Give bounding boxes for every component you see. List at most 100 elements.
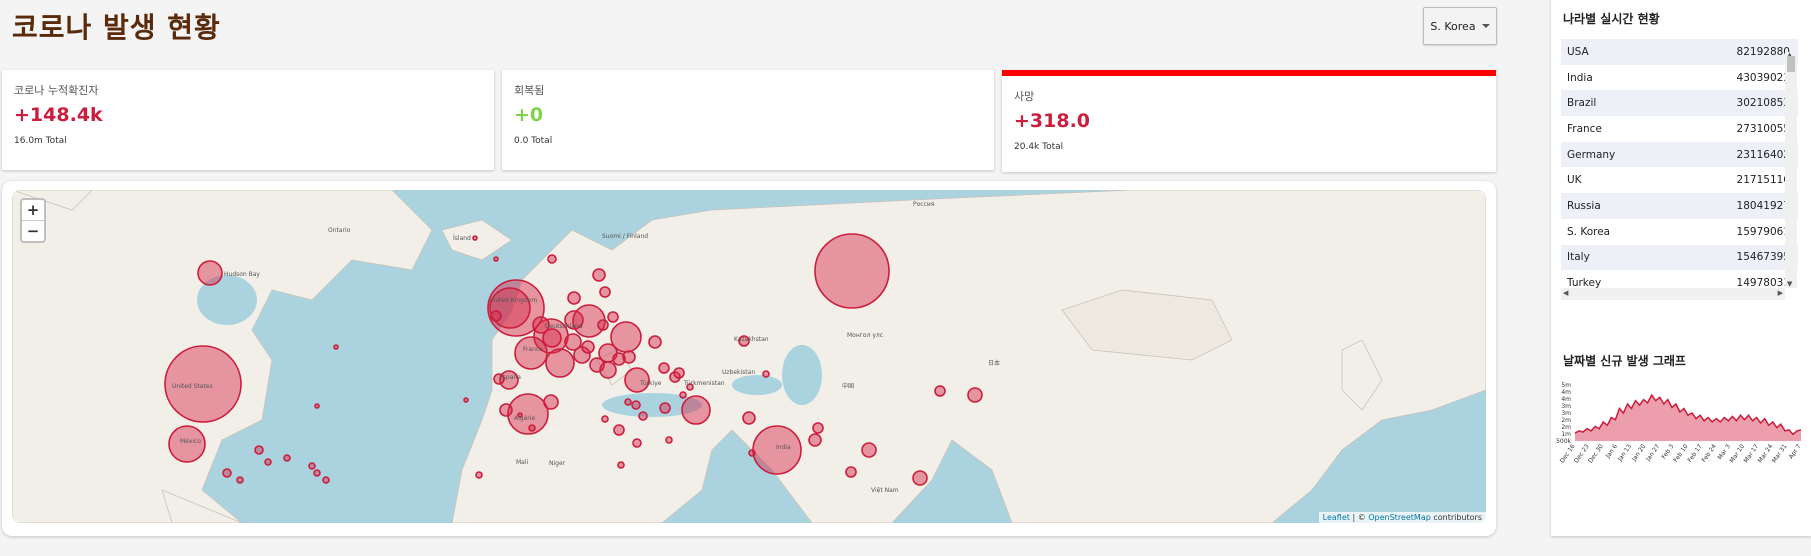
case-circle[interactable] xyxy=(665,436,673,444)
case-circle[interactable] xyxy=(597,319,609,331)
case-circle[interactable] xyxy=(333,344,339,350)
case-circle[interactable] xyxy=(861,442,877,458)
card-value: +318.0 xyxy=(1014,110,1091,132)
map-place-label: Türkmenistan xyxy=(683,380,725,387)
case-circle[interactable] xyxy=(564,333,582,351)
case-circle[interactable] xyxy=(547,254,557,264)
country-name: India xyxy=(1567,71,1593,84)
case-circle[interactable] xyxy=(592,268,606,282)
chevron-down-icon xyxy=(1481,24,1490,28)
country-select[interactable]: S. Korea xyxy=(1423,7,1497,45)
map-place-label: 中国 xyxy=(842,382,854,390)
case-circle[interactable] xyxy=(528,424,536,432)
case-circle[interactable] xyxy=(493,256,499,262)
table-row[interactable]: USA 82192880 xyxy=(1561,39,1798,65)
case-circle[interactable] xyxy=(222,468,232,478)
country-cases: 30210853 xyxy=(1736,97,1790,110)
table-horizontal-scrollbar[interactable]: ◀ ▶ xyxy=(1561,288,1785,300)
case-circle[interactable] xyxy=(934,385,946,397)
case-circle[interactable] xyxy=(912,470,928,486)
table-row[interactable]: UK 21715116 xyxy=(1561,167,1798,193)
case-circle[interactable] xyxy=(567,291,581,305)
country-cases: 23116402 xyxy=(1736,148,1790,161)
deaths-card[interactable]: 사망 +318.0 20.4k Total xyxy=(1002,70,1496,172)
recovered-card[interactable]: 회복됨 +0 0.0 Total xyxy=(502,70,994,170)
case-circle[interactable] xyxy=(236,476,244,484)
case-circle[interactable] xyxy=(638,411,648,421)
country-cases: 27310055 xyxy=(1736,122,1790,135)
scrollbar-thumb[interactable] xyxy=(1787,56,1795,72)
country-table[interactable]: USA 82192880 India 43039023 Brazil 30210853 Fr… xyxy=(1561,39,1798,289)
table-row[interactable]: Turkey 14978031 xyxy=(1561,270,1798,289)
case-circle[interactable] xyxy=(581,340,595,354)
y-tick-label: 2m xyxy=(1561,417,1571,424)
case-circle[interactable] xyxy=(543,394,559,410)
case-circle[interactable] xyxy=(748,449,756,457)
map-layer[interactable]: United States México United Kingdom France E… xyxy=(12,190,1486,523)
case-circle[interactable] xyxy=(472,235,478,241)
case-circle[interactable] xyxy=(254,445,264,455)
zoom-in-button[interactable]: + xyxy=(22,200,44,220)
case-circle[interactable] xyxy=(808,433,822,447)
scroll-right-icon[interactable]: ▶ xyxy=(1778,289,1783,297)
case-circle[interactable] xyxy=(742,411,756,425)
country-cases: 15979061 xyxy=(1736,225,1790,238)
scroll-left-icon[interactable]: ◀ xyxy=(1563,289,1568,297)
map-container: United States México United Kingdom France E… xyxy=(2,181,1496,536)
table-row[interactable]: Brazil 30210853 xyxy=(1561,90,1798,117)
case-circle[interactable] xyxy=(308,462,316,470)
case-circle[interactable] xyxy=(762,370,770,378)
case-circle[interactable] xyxy=(463,397,469,403)
case-circle[interactable] xyxy=(681,395,711,425)
case-circle[interactable] xyxy=(613,424,625,436)
country-name: Italy xyxy=(1567,251,1590,264)
case-circle[interactable] xyxy=(283,454,291,462)
table-row[interactable]: S. Korea 15979061 xyxy=(1561,219,1798,245)
table-row[interactable]: Russia 18041927 xyxy=(1561,193,1798,219)
case-circle[interactable] xyxy=(967,387,983,403)
scroll-down-icon[interactable]: ▼ xyxy=(1787,280,1792,288)
case-circle[interactable] xyxy=(514,336,548,370)
case-circle[interactable] xyxy=(812,422,824,434)
case-circle[interactable] xyxy=(314,403,320,409)
case-circle[interactable] xyxy=(631,400,641,410)
case-circle[interactable] xyxy=(617,461,625,469)
confirmed-card[interactable]: 코로나 누적확진자 +148.4k 16.0m Total xyxy=(2,70,494,170)
case-circle[interactable] xyxy=(648,335,662,349)
case-circle[interactable] xyxy=(499,403,513,417)
leaflet-link[interactable]: Leaflet xyxy=(1323,513,1350,522)
case-circle[interactable] xyxy=(322,476,330,484)
case-circle[interactable] xyxy=(313,469,321,477)
y-tick-label: 3m xyxy=(1561,410,1571,417)
case-circle[interactable] xyxy=(507,393,549,435)
case-circle[interactable] xyxy=(589,357,605,373)
case-circle[interactable] xyxy=(264,458,272,466)
case-circle[interactable] xyxy=(658,362,670,374)
attribution-separator: | © xyxy=(1349,513,1369,522)
case-circle[interactable] xyxy=(659,402,671,414)
table-row[interactable]: France 27310055 xyxy=(1561,116,1798,142)
table-vertical-scrollbar[interactable]: ▲ ▼ xyxy=(1785,51,1797,288)
case-circle[interactable] xyxy=(814,233,890,309)
table-row[interactable]: Italy 15467395 xyxy=(1561,244,1798,271)
case-circle[interactable] xyxy=(673,367,685,379)
case-circle[interactable] xyxy=(612,352,626,366)
case-circle[interactable] xyxy=(624,398,632,406)
table-row[interactable]: India 43039023 xyxy=(1561,65,1798,91)
case-circle[interactable] xyxy=(845,466,857,478)
case-circle[interactable] xyxy=(490,310,502,322)
osm-link[interactable]: OpenStreetMap xyxy=(1368,513,1431,522)
world-map[interactable]: United States México United Kingdom France E… xyxy=(12,190,1486,523)
table-row[interactable]: Germany 23116402 xyxy=(1561,141,1798,168)
case-circle[interactable] xyxy=(197,260,223,286)
case-circle[interactable] xyxy=(545,348,575,378)
case-circle[interactable] xyxy=(599,286,611,298)
map-place-label: India xyxy=(776,444,791,451)
case-circle[interactable] xyxy=(632,438,642,448)
case-circle[interactable] xyxy=(607,311,619,323)
zoom-out-button[interactable]: − xyxy=(22,220,44,241)
case-circle[interactable] xyxy=(679,391,687,399)
case-circle[interactable] xyxy=(601,415,609,423)
case-circle[interactable] xyxy=(475,471,483,479)
case-circle[interactable] xyxy=(489,287,531,329)
